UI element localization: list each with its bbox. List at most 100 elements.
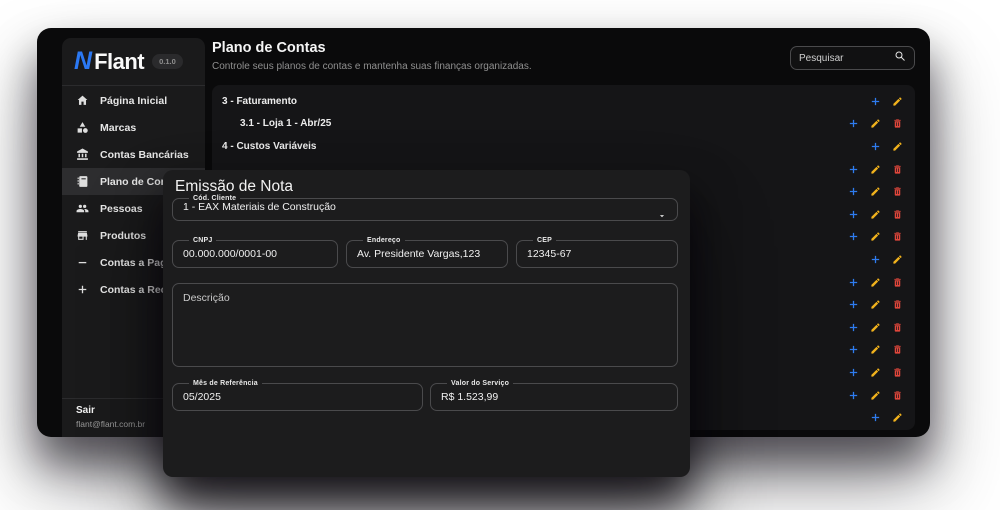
- bank-icon: [76, 148, 89, 161]
- mes-referencia-label: Mês de Referência: [193, 380, 258, 387]
- edit-icon[interactable]: [870, 322, 881, 333]
- add-icon[interactable]: [848, 277, 859, 288]
- delete-icon[interactable]: [892, 390, 903, 401]
- account-label: 4 - Custos Variáveis: [222, 140, 317, 152]
- edit-icon[interactable]: [870, 118, 881, 129]
- add-icon[interactable]: [848, 118, 859, 129]
- add-icon[interactable]: [870, 254, 881, 265]
- account-actions: [870, 254, 903, 265]
- version-badge: 0.1.0: [152, 54, 183, 69]
- search-input[interactable]: [799, 52, 894, 64]
- delete-icon[interactable]: [892, 367, 903, 378]
- add-icon[interactable]: [848, 299, 859, 310]
- edit-icon[interactable]: [870, 344, 881, 355]
- edit-icon[interactable]: [870, 277, 881, 288]
- home-icon: [76, 94, 89, 107]
- account-actions: [848, 209, 903, 220]
- edit-icon[interactable]: [870, 367, 881, 378]
- edit-icon[interactable]: [870, 186, 881, 197]
- delete-icon[interactable]: [892, 231, 903, 242]
- account-row: 3 - Faturamento: [212, 90, 915, 113]
- account-actions: [848, 322, 903, 333]
- edit-icon[interactable]: [892, 141, 903, 152]
- account-actions: [848, 186, 903, 197]
- cnpj-input[interactable]: [183, 247, 327, 261]
- edit-icon[interactable]: [892, 96, 903, 107]
- cnpj-label: CNPJ: [193, 237, 213, 244]
- page-title: Plano de Contas: [212, 40, 326, 56]
- valor-servico-label: Valor do Serviço: [451, 380, 510, 387]
- edit-icon[interactable]: [870, 390, 881, 401]
- account-actions: [848, 164, 903, 175]
- add-icon[interactable]: [848, 209, 859, 220]
- sidebar-item-contas-bancarias[interactable]: Contas Bancárias: [62, 141, 205, 168]
- cep-label: CEP: [537, 237, 552, 244]
- add-icon[interactable]: [848, 344, 859, 355]
- delete-icon[interactable]: [892, 344, 903, 355]
- valor-servico-input[interactable]: [441, 390, 667, 404]
- sidebar-item-marcas[interactable]: Marcas: [62, 114, 205, 141]
- logo-text: Flant: [94, 48, 145, 74]
- account-actions: [870, 141, 903, 152]
- edit-icon[interactable]: [870, 231, 881, 242]
- add-icon[interactable]: [870, 96, 881, 107]
- delete-icon[interactable]: [892, 118, 903, 129]
- add-icon[interactable]: [848, 231, 859, 242]
- descricao-textarea[interactable]: [173, 284, 677, 366]
- sidebar-item-label: Página Inicial: [100, 94, 168, 107]
- edit-icon[interactable]: [870, 164, 881, 175]
- search-box[interactable]: [790, 46, 915, 70]
- account-actions: [848, 344, 903, 355]
- logo: N Flant 0.1.0: [62, 38, 205, 86]
- add-icon[interactable]: [870, 412, 881, 423]
- account-label: 3 - Faturamento: [222, 95, 298, 107]
- store-icon: [76, 229, 89, 242]
- edit-icon[interactable]: [892, 254, 903, 265]
- endereco-field-group: Endereço: [346, 237, 508, 268]
- account-actions: [848, 277, 903, 288]
- edit-icon[interactable]: [870, 299, 881, 310]
- account-actions: [848, 231, 903, 242]
- mes-referencia-input[interactable]: [183, 390, 412, 404]
- add-icon[interactable]: [870, 141, 881, 152]
- sidebar-item-label: Produtos: [100, 229, 147, 242]
- account-label: 3.1 - Loja 1 - Abr/25: [240, 118, 332, 130]
- edit-icon[interactable]: [892, 412, 903, 423]
- account-actions: [848, 118, 903, 129]
- add-icon[interactable]: [848, 186, 859, 197]
- add-icon[interactable]: [848, 322, 859, 333]
- notebook-icon: [76, 175, 89, 188]
- sidebar-item-label: Contas Bancárias: [100, 148, 189, 161]
- edit-icon[interactable]: [870, 209, 881, 220]
- chevron-down-icon[interactable]: [657, 208, 667, 226]
- cnpj-field-group: CNPJ: [172, 237, 338, 268]
- plus-icon: [76, 283, 89, 296]
- add-icon[interactable]: [848, 164, 859, 175]
- delete-icon[interactable]: [892, 164, 903, 175]
- delete-icon[interactable]: [892, 277, 903, 288]
- account-row: 3.1 - Loja 1 - Abr/25: [212, 113, 915, 136]
- account-actions: [870, 412, 903, 423]
- sidebar-item-pagina-inicial[interactable]: Página Inicial: [62, 87, 205, 114]
- descricao-field-group: [172, 283, 678, 367]
- cep-field-group: CEP: [516, 237, 678, 268]
- modal-title: Emissão de Nota: [175, 178, 294, 195]
- logo-n-icon: N: [74, 47, 93, 75]
- endereco-input[interactable]: [357, 247, 497, 261]
- people-icon: [76, 202, 89, 215]
- delete-icon[interactable]: [892, 299, 903, 310]
- cep-input[interactable]: [527, 247, 667, 261]
- cliente-value: 1 - EAX Materiais de Construção: [183, 201, 336, 213]
- delete-icon[interactable]: [892, 322, 903, 333]
- add-icon[interactable]: [848, 367, 859, 378]
- invoice-modal: Emissão de Nota Cód. Cliente 1 - EAX Mat…: [163, 170, 690, 477]
- valor-servico-field-group: Valor do Serviço: [430, 380, 678, 411]
- endereco-label: Endereço: [367, 237, 401, 244]
- mes-referencia-field-group: Mês de Referência: [172, 380, 423, 411]
- sidebar-item-label: Marcas: [100, 121, 137, 134]
- delete-icon[interactable]: [892, 186, 903, 197]
- cliente-select[interactable]: Cód. Cliente 1 - EAX Materiais de Constr…: [172, 195, 678, 221]
- delete-icon[interactable]: [892, 209, 903, 220]
- add-icon[interactable]: [848, 390, 859, 401]
- account-actions: [848, 299, 903, 310]
